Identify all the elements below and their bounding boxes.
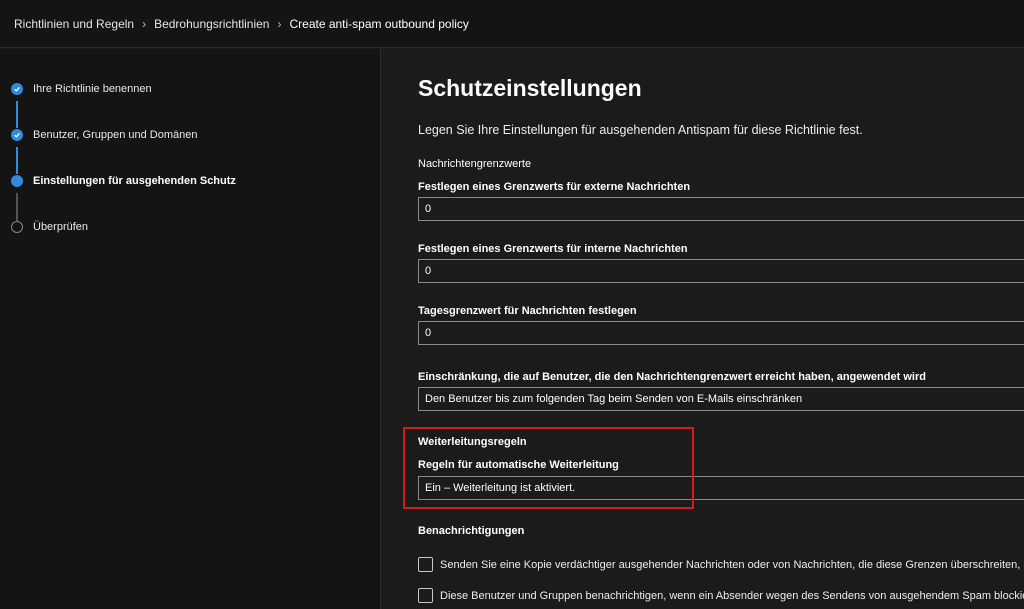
wizard-step-outbound-protection[interactable]: Einstellungen für ausgehenden Schutz xyxy=(11,175,236,187)
current-step-icon xyxy=(11,175,23,187)
external-limit-input[interactable]: 0 xyxy=(418,197,1024,221)
step-connector xyxy=(16,147,18,174)
external-limit-label: Festlegen eines Grenzwerts für externe N… xyxy=(418,181,691,193)
empty-circle-icon xyxy=(11,221,23,233)
internal-limit-input[interactable]: 0 xyxy=(418,259,1024,283)
wizard-step-users-groups-domains[interactable]: Benutzer, Gruppen und Domänen xyxy=(11,129,198,141)
notify-copy-checkbox[interactable] xyxy=(418,557,433,572)
notify-blocked-row: Diese Benutzer und Gruppen benachrichtig… xyxy=(418,588,1024,603)
wizard-step-name-policy[interactable]: Ihre Richtlinie benennen xyxy=(11,83,152,95)
chevron-right-icon: › xyxy=(142,16,147,31)
checkmark-icon xyxy=(11,129,23,141)
restriction-label: Einschränkung, die auf Benutzer, die den… xyxy=(418,371,926,383)
page-title: Schutzeinstellungen xyxy=(418,75,642,101)
wizard-step-label: Überprüfen xyxy=(33,221,89,233)
notify-blocked-label: Diese Benutzer und Gruppen benachrichtig… xyxy=(440,589,1024,602)
breadcrumb-item-threat-policies[interactable]: Bedrohungsrichtlinien xyxy=(154,17,269,31)
breadcrumb: Richtlinien und Regeln › Bedrohungsricht… xyxy=(0,0,1024,48)
daily-limit-input[interactable]: 0 xyxy=(418,321,1024,345)
page-subtitle: Legen Sie Ihre Einstellungen für ausgehe… xyxy=(418,123,863,137)
notify-copy-row: Senden Sie eine Kopie verdächtiger ausge… xyxy=(418,557,1024,572)
section-notifications: Benachrichtigungen xyxy=(418,525,525,537)
auto-forwarding-label: Regeln für automatische Weiterleitung xyxy=(418,459,619,471)
wizard-steps-panel: Ihre Richtlinie benennen Benutzer, Grupp… xyxy=(0,49,381,609)
wizard-step-label: Benutzer, Gruppen und Domänen xyxy=(33,129,198,141)
daily-limit-label: Tagesgrenzwert für Nachrichten festlegen xyxy=(418,305,637,317)
notify-blocked-checkbox[interactable] xyxy=(418,588,433,603)
checkmark-icon xyxy=(11,83,23,95)
step-connector xyxy=(16,101,18,128)
notify-copy-label: Senden Sie eine Kopie verdächtiger ausge… xyxy=(440,558,1024,571)
main-content: Schutzeinstellungen Legen Sie Ihre Einst… xyxy=(381,49,1024,609)
section-message-limits: Nachrichtengrenzwerte xyxy=(418,158,532,170)
chevron-right-icon: › xyxy=(277,16,282,31)
wizard-step-review[interactable]: Überprüfen xyxy=(11,221,88,233)
internal-limit-label: Festlegen eines Grenzwerts für interne N… xyxy=(418,243,688,255)
breadcrumb-item-policies-rules[interactable]: Richtlinien und Regeln xyxy=(14,17,134,31)
auto-forwarding-dropdown[interactable]: Ein – Weiterleitung ist aktiviert. xyxy=(418,476,1024,500)
breadcrumb-item-current: Create anti-spam outbound policy xyxy=(289,16,469,31)
wizard-step-label: Ihre Richtlinie benennen xyxy=(33,83,152,95)
wizard-step-label: Einstellungen für ausgehenden Schutz xyxy=(33,175,236,187)
step-connector xyxy=(16,193,18,221)
restriction-dropdown[interactable]: Den Benutzer bis zum folgenden Tag beim … xyxy=(418,387,1024,411)
section-forwarding-rules: Weiterleitungsregeln xyxy=(418,436,527,448)
